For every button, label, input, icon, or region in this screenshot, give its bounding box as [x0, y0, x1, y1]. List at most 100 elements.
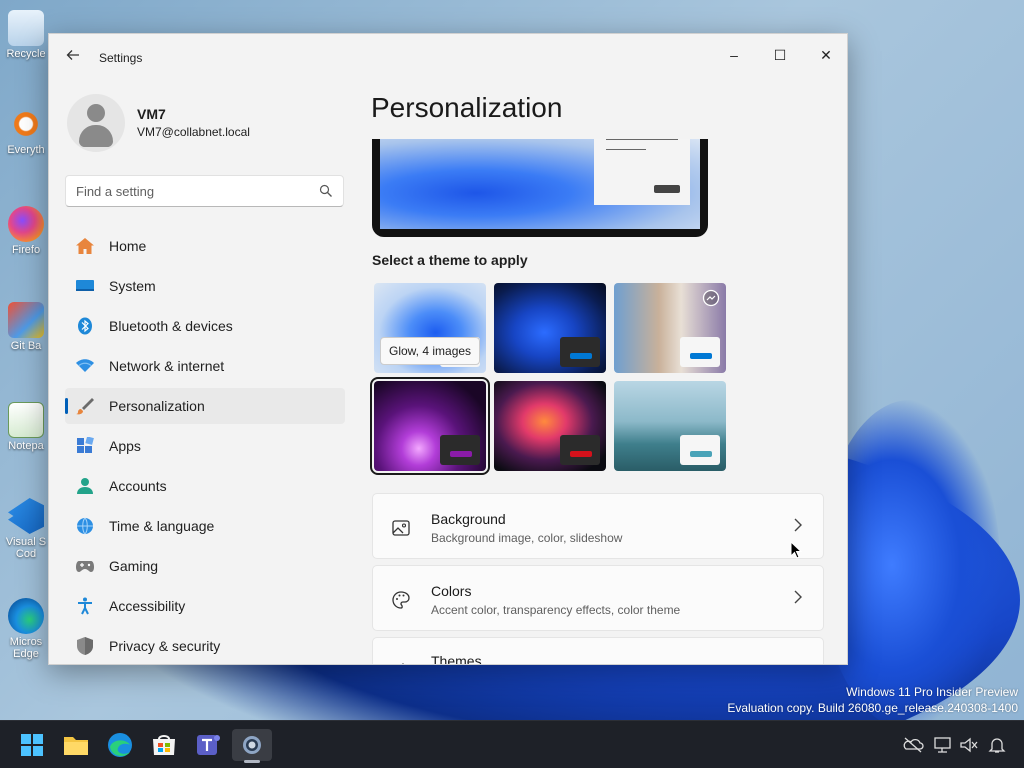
- preview-button: [654, 185, 680, 193]
- search-box[interactable]: [65, 175, 344, 207]
- card-subtitle: Background image, color, slideshow: [431, 531, 623, 545]
- sidebar-item-personalization[interactable]: Personalization: [65, 388, 345, 424]
- theme-chip: [680, 337, 720, 367]
- title-bar[interactable]: Settings – ☐ ✕: [49, 34, 847, 80]
- start-button[interactable]: [12, 729, 52, 761]
- themes-card[interactable]: Themes: [372, 637, 824, 665]
- store-button[interactable]: [144, 729, 184, 761]
- app-title: Settings: [99, 51, 143, 65]
- sidebar-nav: Home System Bluetooth & devices Network …: [65, 228, 345, 664]
- teams-button[interactable]: [188, 729, 228, 761]
- theme-windows-dark[interactable]: [494, 283, 606, 373]
- minimize-button[interactable]: –: [711, 40, 757, 70]
- brush-icon: [76, 398, 94, 415]
- chevron-right-icon: [794, 518, 802, 532]
- theme-accent-bar: [570, 451, 592, 457]
- preview-window: [594, 139, 690, 205]
- desktop-icon-label: Firefo: [11, 244, 41, 256]
- desktop-icon-notepad[interactable]: Notepa: [0, 402, 52, 452]
- sidebar-item-label: System: [109, 278, 156, 294]
- volume-tray[interactable]: [958, 735, 980, 755]
- sidebar-item-system[interactable]: System: [65, 268, 345, 304]
- chevron-right-icon: [794, 590, 802, 604]
- desktop-icon-label: Notepa: [8, 440, 44, 452]
- preview-line: [606, 139, 678, 140]
- accounts-icon: [77, 478, 93, 494]
- settings-icon: [243, 736, 261, 754]
- theme-glow[interactable]: [370, 377, 490, 475]
- page-title: Personalization: [371, 92, 563, 123]
- search-input[interactable]: [76, 182, 306, 200]
- card-title: Themes: [431, 653, 482, 665]
- sidebar-item-accounts[interactable]: Accounts: [65, 468, 345, 504]
- sidebar-item-accessibility[interactable]: Accessibility: [65, 588, 345, 624]
- theme-captured-motion[interactable]: [494, 381, 606, 471]
- onedrive-tray[interactable]: [902, 735, 924, 755]
- desktop-icon-label: Recycle: [6, 48, 46, 60]
- avatar-head: [87, 104, 105, 122]
- home-icon: [76, 238, 94, 254]
- themes-icon: [402, 663, 404, 664]
- theme-accent-bar: [690, 451, 712, 457]
- palette-icon: [392, 591, 410, 609]
- sidebar-item-label: Bluetooth & devices: [109, 318, 233, 334]
- sidebar-item-label: Apps: [109, 438, 141, 454]
- desktop-icon-everything[interactable]: Everyth: [0, 106, 52, 156]
- desktop-icon-vscode[interactable]: Visual S Cod: [0, 498, 52, 560]
- back-arrow-icon: [66, 50, 79, 60]
- file-explorer-button[interactable]: [56, 729, 96, 761]
- notifications-tray[interactable]: [986, 735, 1008, 755]
- recycle-bin-icon: [8, 10, 44, 46]
- mouse-cursor-icon: [790, 541, 802, 559]
- desktop-icon-recycle-bin[interactable]: Recycle: [0, 10, 52, 60]
- network-tray[interactable]: [932, 735, 954, 755]
- theme-flow[interactable]: [614, 381, 726, 471]
- theme-accent-bar: [570, 353, 592, 359]
- sidebar-item-bluetooth[interactable]: Bluetooth & devices: [65, 308, 345, 344]
- desktop-icon-label: Git Ba: [10, 340, 42, 352]
- theme-accent-bar: [690, 353, 712, 359]
- teams-icon: [197, 735, 220, 755]
- sidebar-item-time-language[interactable]: Time & language: [65, 508, 345, 544]
- theme-chip: [560, 435, 600, 465]
- sidebar-item-label: Time & language: [109, 518, 215, 534]
- sidebar-item-label: Personalization: [109, 398, 205, 414]
- theme-chip: [440, 435, 480, 465]
- colors-card[interactable]: Colors Accent color, transparency effect…: [372, 565, 824, 631]
- notifications-icon: [988, 738, 1006, 753]
- wifi-icon: [76, 359, 94, 372]
- settings-window: Settings – ☐ ✕ VM7 VM7@collabnet.local H…: [48, 33, 848, 665]
- sidebar-item-privacy[interactable]: Privacy & security: [65, 628, 345, 664]
- edge-icon: [8, 598, 44, 634]
- sidebar-item-label: Accessibility: [109, 598, 186, 614]
- evaluation-watermark: Windows 11 Pro Insider Preview Evaluatio…: [727, 684, 1018, 716]
- theme-chip: [560, 337, 600, 367]
- background-card[interactable]: Background Background image, color, slid…: [372, 493, 824, 559]
- preview-line: [606, 149, 646, 150]
- notepad-icon: [8, 402, 44, 438]
- avatar[interactable]: [67, 94, 125, 152]
- settings-taskbar-button[interactable]: [232, 729, 272, 763]
- sidebar-item-label: Gaming: [109, 558, 159, 574]
- maximize-button[interactable]: ☐: [757, 40, 803, 70]
- edge-taskbar-button[interactable]: [100, 729, 140, 761]
- sidebar-item-apps[interactable]: Apps: [65, 428, 345, 464]
- network-icon: [934, 737, 951, 753]
- sidebar-item-label: Accounts: [109, 478, 167, 494]
- desktop-icon-git-bash[interactable]: Git Ba: [0, 302, 52, 352]
- watermark-line1: Windows 11 Pro Insider Preview: [846, 685, 1018, 699]
- desktop-icon-edge[interactable]: Micros Edge: [0, 598, 52, 660]
- theme-spotlight[interactable]: [614, 283, 726, 373]
- gaming-icon: [76, 561, 94, 572]
- theme-accent-bar: [450, 451, 472, 457]
- theme-windows-light[interactable]: Glow, 4 images: [374, 283, 486, 373]
- sidebar-item-home[interactable]: Home: [65, 228, 345, 264]
- sidebar-item-label: Network & internet: [109, 358, 225, 374]
- desktop-icon-firefox[interactable]: Firefo: [0, 206, 52, 256]
- user-name: VM7: [137, 106, 166, 122]
- sidebar-item-network[interactable]: Network & internet: [65, 348, 345, 384]
- sidebar-item-gaming[interactable]: Gaming: [65, 548, 345, 584]
- desktop-icon-label: Micros Edge: [9, 636, 43, 660]
- back-button[interactable]: [63, 48, 83, 68]
- close-button[interactable]: ✕: [803, 40, 847, 70]
